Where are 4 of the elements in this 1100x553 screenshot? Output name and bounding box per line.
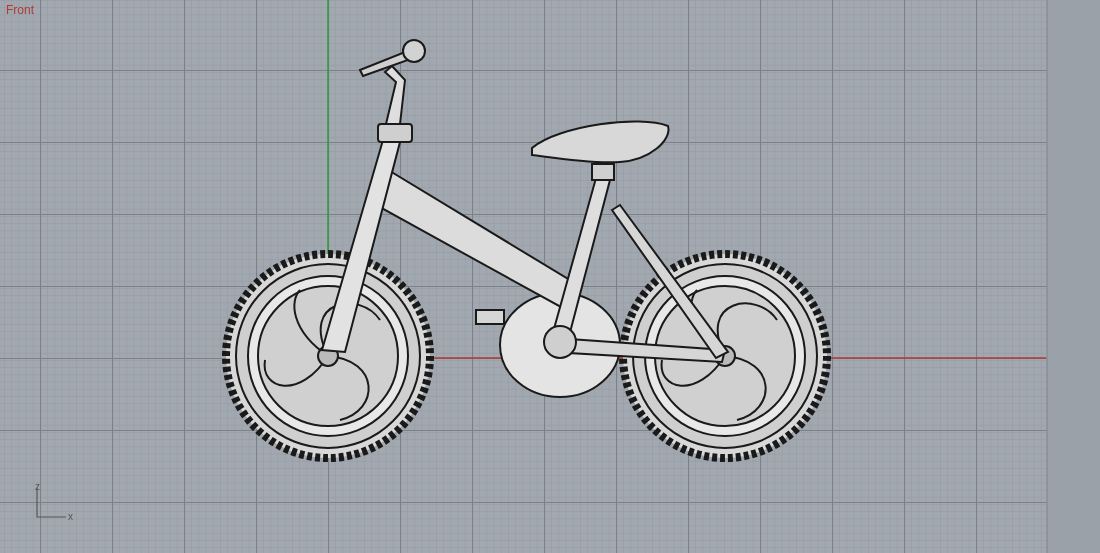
viewport[interactable]: Front z x [0,0,1100,553]
x-axis-label: x [68,511,73,522]
viewport-title[interactable]: Front [6,3,34,17]
z-axis-label: z [35,481,40,492]
